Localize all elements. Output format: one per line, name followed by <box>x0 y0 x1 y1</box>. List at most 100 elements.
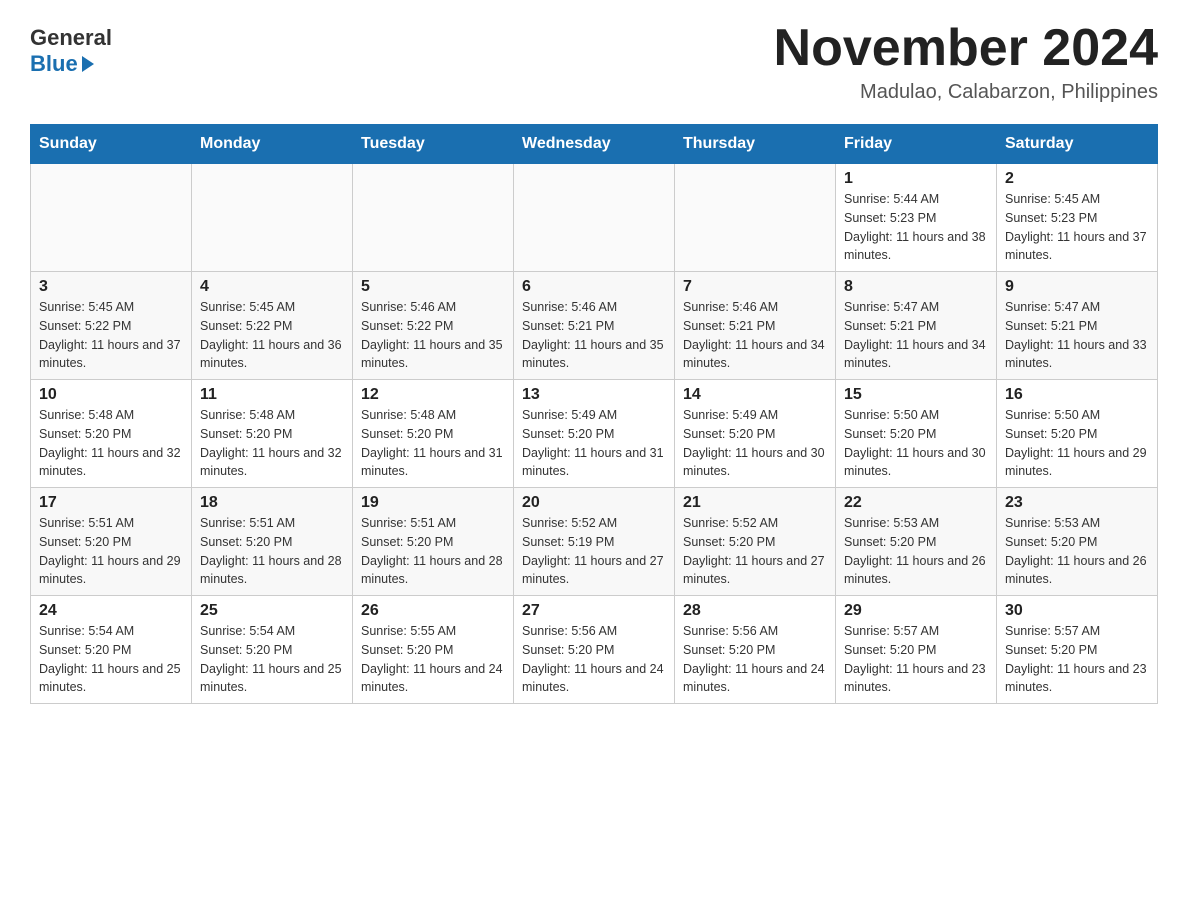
day-number: 18 <box>200 494 344 512</box>
day-info: Sunrise: 5:48 AMSunset: 5:20 PMDaylight:… <box>200 406 344 481</box>
calendar-day-cell: 24 Sunrise: 5:54 AMSunset: 5:20 PMDayligh… <box>31 596 192 704</box>
day-number: 7 <box>683 278 827 296</box>
day-info: Sunrise: 5:46 AMSunset: 5:21 PMDaylight:… <box>522 298 666 373</box>
day-number: 21 <box>683 494 827 512</box>
day-number: 9 <box>1005 278 1149 296</box>
day-info: Sunrise: 5:52 AMSunset: 5:19 PMDaylight:… <box>522 514 666 589</box>
day-info: Sunrise: 5:47 AMSunset: 5:21 PMDaylight:… <box>1005 298 1149 373</box>
day-number: 20 <box>522 494 666 512</box>
day-number: 19 <box>361 494 505 512</box>
calendar-day-cell: 1Sunrise: 5:44 AMSunset: 5:23 PMDaylight… <box>836 164 997 272</box>
day-number: 11 <box>200 386 344 404</box>
calendar-day-cell: 21 Sunrise: 5:52 AMSunset: 5:20 PMDayligh… <box>675 488 836 596</box>
day-number: 30 <box>1005 602 1149 620</box>
day-number: 24 <box>39 602 183 620</box>
day-info: Sunrise: 5:56 AMSunset: 5:20 PMDaylight:… <box>522 622 666 697</box>
calendar-day-header: Thursday <box>675 125 836 164</box>
calendar-week-row: 1Sunrise: 5:44 AMSunset: 5:23 PMDaylight… <box>31 164 1158 272</box>
calendar-day-cell: 25Sunrise: 5:54 AMSunset: 5:20 PMDayligh… <box>192 596 353 704</box>
calendar-table: SundayMondayTuesdayWednesdayThursdayFrid… <box>30 124 1158 704</box>
day-info: Sunrise: 5:47 AMSunset: 5:21 PMDaylight:… <box>844 298 988 373</box>
calendar-day-header: Monday <box>192 125 353 164</box>
calendar-week-row: 10 Sunrise: 5:48 AMSunset: 5:20 PMDayligh… <box>31 380 1158 488</box>
day-info: Sunrise: 5:53 AMSunset: 5:20 PMDaylight:… <box>844 514 988 589</box>
day-info: Sunrise: 5:48 AMSunset: 5:20 PMDaylight:… <box>361 406 505 481</box>
day-info: Sunrise: 5:45 AMSunset: 5:22 PMDaylight:… <box>39 298 183 373</box>
calendar-week-row: 17 Sunrise: 5:51 AMSunset: 5:20 PMDayligh… <box>31 488 1158 596</box>
logo: General Blue <box>30 20 112 77</box>
calendar-day-cell: 4 Sunrise: 5:45 AMSunset: 5:22 PMDaylight… <box>192 272 353 380</box>
day-info: Sunrise: 5:57 AMSunset: 5:20 PMDaylight:… <box>1005 622 1149 697</box>
calendar-day-cell: 26 Sunrise: 5:55 AMSunset: 5:20 PMDayligh… <box>353 596 514 704</box>
calendar-day-cell: 8 Sunrise: 5:47 AMSunset: 5:21 PMDaylight… <box>836 272 997 380</box>
calendar-day-cell: 14Sunrise: 5:49 AMSunset: 5:20 PMDayligh… <box>675 380 836 488</box>
calendar-week-row: 24 Sunrise: 5:54 AMSunset: 5:20 PMDayligh… <box>31 596 1158 704</box>
day-info: Sunrise: 5:51 AMSunset: 5:20 PMDaylight:… <box>361 514 505 589</box>
calendar-day-cell: 16Sunrise: 5:50 AMSunset: 5:20 PMDayligh… <box>997 380 1158 488</box>
day-info: Sunrise: 5:57 AMSunset: 5:20 PMDaylight:… <box>844 622 988 697</box>
day-number: 28 <box>683 602 827 620</box>
day-info: Sunrise: 5:49 AMSunset: 5:20 PMDaylight:… <box>522 406 666 481</box>
calendar-day-cell: 6Sunrise: 5:46 AMSunset: 5:21 PMDaylight… <box>514 272 675 380</box>
day-number: 25 <box>200 602 344 620</box>
day-number: 10 <box>39 386 183 404</box>
calendar-day-cell: 18 Sunrise: 5:51 AMSunset: 5:20 PMDayligh… <box>192 488 353 596</box>
calendar-day-cell: 10 Sunrise: 5:48 AMSunset: 5:20 PMDayligh… <box>31 380 192 488</box>
day-info: Sunrise: 5:54 AMSunset: 5:20 PMDaylight:… <box>39 622 183 697</box>
calendar-day-cell <box>192 164 353 272</box>
logo-general-text: General <box>30 25 112 51</box>
day-number: 14 <box>683 386 827 404</box>
calendar-day-cell <box>353 164 514 272</box>
calendar-day-cell: 27 Sunrise: 5:56 AMSunset: 5:20 PMDayligh… <box>514 596 675 704</box>
calendar-day-cell <box>675 164 836 272</box>
title-area: November 2024 Madulao, Calabarzon, Phili… <box>774 20 1158 104</box>
calendar-day-cell: 29 Sunrise: 5:57 AMSunset: 5:20 PMDayligh… <box>836 596 997 704</box>
calendar-day-cell: 2 Sunrise: 5:45 AMSunset: 5:23 PMDaylight… <box>997 164 1158 272</box>
calendar-day-cell: 17 Sunrise: 5:51 AMSunset: 5:20 PMDayligh… <box>31 488 192 596</box>
day-number: 4 <box>200 278 344 296</box>
day-info: Sunrise: 5:48 AMSunset: 5:20 PMDaylight:… <box>39 406 183 481</box>
day-info: Sunrise: 5:51 AMSunset: 5:20 PMDaylight:… <box>200 514 344 589</box>
day-info: Sunrise: 5:56 AMSunset: 5:20 PMDaylight:… <box>683 622 827 697</box>
day-info: Sunrise: 5:46 AMSunset: 5:22 PMDaylight:… <box>361 298 505 373</box>
day-number: 2 <box>1005 170 1149 188</box>
day-info: Sunrise: 5:55 AMSunset: 5:20 PMDaylight:… <box>361 622 505 697</box>
day-number: 15 <box>844 386 988 404</box>
calendar-day-cell: 28 Sunrise: 5:56 AMSunset: 5:20 PMDayligh… <box>675 596 836 704</box>
calendar-day-cell <box>31 164 192 272</box>
day-number: 26 <box>361 602 505 620</box>
day-number: 27 <box>522 602 666 620</box>
page-header: General Blue November 2024 Madulao, Cala… <box>30 20 1158 104</box>
day-number: 5 <box>361 278 505 296</box>
calendar-day-cell: 15 Sunrise: 5:50 AMSunset: 5:20 PMDayligh… <box>836 380 997 488</box>
day-number: 23 <box>1005 494 1149 512</box>
day-number: 17 <box>39 494 183 512</box>
calendar-day-cell: 5 Sunrise: 5:46 AMSunset: 5:22 PMDaylight… <box>353 272 514 380</box>
day-number: 29 <box>844 602 988 620</box>
day-info: Sunrise: 5:51 AMSunset: 5:20 PMDaylight:… <box>39 514 183 589</box>
day-info: Sunrise: 5:50 AMSunset: 5:20 PMDaylight:… <box>844 406 988 481</box>
day-number: 3 <box>39 278 183 296</box>
calendar-day-cell: 7Sunrise: 5:46 AMSunset: 5:21 PMDaylight… <box>675 272 836 380</box>
day-info: Sunrise: 5:53 AMSunset: 5:20 PMDaylight:… <box>1005 514 1149 589</box>
month-year-title: November 2024 <box>774 20 1158 77</box>
day-info: Sunrise: 5:45 AMSunset: 5:22 PMDaylight:… <box>200 298 344 373</box>
calendar-week-row: 3 Sunrise: 5:45 AMSunset: 5:22 PMDaylight… <box>31 272 1158 380</box>
calendar-day-cell: 22 Sunrise: 5:53 AMSunset: 5:20 PMDayligh… <box>836 488 997 596</box>
calendar-day-cell: 19 Sunrise: 5:51 AMSunset: 5:20 PMDayligh… <box>353 488 514 596</box>
day-info: Sunrise: 5:45 AMSunset: 5:23 PMDaylight:… <box>1005 190 1149 265</box>
calendar-day-cell: 3 Sunrise: 5:45 AMSunset: 5:22 PMDaylight… <box>31 272 192 380</box>
day-number: 8 <box>844 278 988 296</box>
calendar-day-cell: 11 Sunrise: 5:48 AMSunset: 5:20 PMDayligh… <box>192 380 353 488</box>
calendar-day-cell: 13Sunrise: 5:49 AMSunset: 5:20 PMDayligh… <box>514 380 675 488</box>
day-info: Sunrise: 5:50 AMSunset: 5:20 PMDaylight:… <box>1005 406 1149 481</box>
day-number: 12 <box>361 386 505 404</box>
calendar-day-cell: 20 Sunrise: 5:52 AMSunset: 5:19 PMDayligh… <box>514 488 675 596</box>
calendar-day-cell: 23 Sunrise: 5:53 AMSunset: 5:20 PMDayligh… <box>997 488 1158 596</box>
location-subtitle: Madulao, Calabarzon, Philippines <box>774 81 1158 104</box>
day-info: Sunrise: 5:52 AMSunset: 5:20 PMDaylight:… <box>683 514 827 589</box>
calendar-header-row: SundayMondayTuesdayWednesdayThursdayFrid… <box>31 125 1158 164</box>
calendar-day-cell: 30 Sunrise: 5:57 AMSunset: 5:20 PMDayligh… <box>997 596 1158 704</box>
calendar-day-cell: 12 Sunrise: 5:48 AMSunset: 5:20 PMDayligh… <box>353 380 514 488</box>
day-number: 22 <box>844 494 988 512</box>
